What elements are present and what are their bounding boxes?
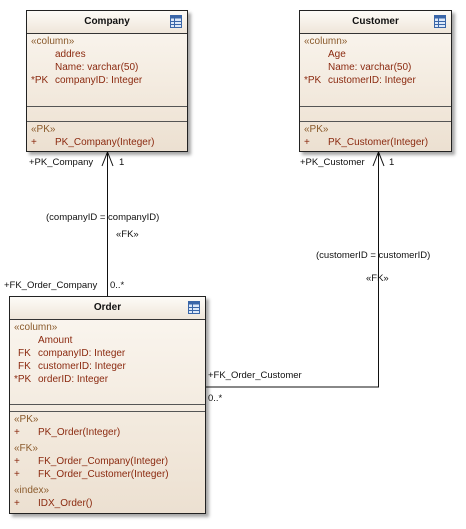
column-text: Amount xyxy=(38,335,73,346)
column-text: customerID: Integer xyxy=(38,361,126,372)
pk-stereotype: «PK» xyxy=(31,124,56,135)
column-row: FK companyID: Integer xyxy=(10,347,205,360)
columns-stereotype: «column» xyxy=(31,36,75,47)
section-separator xyxy=(27,107,187,122)
operation-text: PK_Order(Integer) xyxy=(38,427,121,438)
operation-row: + PK_Customer(Integer) xyxy=(300,136,451,149)
operation-row: + IDX_Order() xyxy=(10,497,205,510)
connector-company-constraint: (companyID = companyID) xyxy=(46,212,160,223)
column-text: Name: varchar(50) xyxy=(328,62,412,73)
column-text: Name: varchar(50) xyxy=(55,62,139,73)
connector-customer-order-line xyxy=(206,152,379,388)
operation-row: + PK_Order(Integer) xyxy=(10,426,205,439)
connector-company-source-multiplicity: 0..* xyxy=(110,280,125,291)
columns-section: «column» Age Name: varchar(50) *PK custo… xyxy=(300,34,451,107)
section-separator xyxy=(10,405,205,412)
class-customer[interactable]: Customer «column» Age Name: varchar(50) … xyxy=(299,10,452,152)
column-text: Age xyxy=(328,49,346,60)
column-row: Name: varchar(50) xyxy=(300,61,451,74)
columns-section: «column» Amount FK companyID: Integer FK… xyxy=(10,320,205,405)
connector-company-stereotype: «FK» xyxy=(116,229,139,240)
pk-section: «PK» + PK_Customer(Integer) xyxy=(300,122,451,153)
class-header: Order xyxy=(10,297,205,320)
table-icon xyxy=(188,301,200,314)
operation-text: IDX_Order() xyxy=(38,498,93,509)
column-text: orderID: Integer xyxy=(38,374,109,385)
columns-section: «column» addres Name: varchar(50) *PK co… xyxy=(27,34,187,107)
pk-section: «PK» + PK_Company(Integer) xyxy=(27,122,187,153)
column-marker: *PK xyxy=(31,75,49,86)
table-icon xyxy=(434,15,446,28)
connector-customer-target-multiplicity: 1 xyxy=(389,157,395,168)
column-row: FK customerID: Integer xyxy=(10,360,205,373)
column-text: addres xyxy=(55,49,86,60)
diagram-canvas: Company «column» addres Name: varchar(50… xyxy=(0,0,466,529)
column-text: customerID: Integer xyxy=(328,75,416,86)
operation-marker: + xyxy=(14,456,20,467)
fk-stereotype: «FK» xyxy=(14,443,38,454)
operation-row: + PK_Company(Integer) xyxy=(27,136,187,149)
class-order[interactable]: Order «column» Amount FK companyID: Inte… xyxy=(9,296,206,514)
index-stereotype: «index» xyxy=(14,485,50,496)
column-row: *PK orderID: Integer xyxy=(10,373,205,386)
columns-stereotype: «column» xyxy=(14,322,58,333)
column-row: Amount xyxy=(10,334,205,347)
column-text: companyID: Integer xyxy=(55,75,143,86)
column-marker: *PK xyxy=(304,75,322,86)
class-name: Customer xyxy=(352,16,399,27)
column-row: Name: varchar(50) xyxy=(27,61,187,74)
operation-row: + FK_Order_Customer(Integer) xyxy=(10,468,205,481)
column-marker: FK xyxy=(18,348,31,359)
pk-section: «PK» + PK_Order(Integer) «FK» + FK_Order… xyxy=(10,412,205,512)
connector-customer-stereotype: «FK» xyxy=(366,273,389,284)
section-separator xyxy=(300,107,451,122)
column-marker: *PK xyxy=(14,374,32,385)
operation-text: FK_Order_Customer(Integer) xyxy=(38,469,169,480)
pk-stereotype: «PK» xyxy=(14,414,39,425)
connector-customer-constraint: (customerID = customerID) xyxy=(316,250,431,261)
connector-customer-target-role: +PK_Customer xyxy=(300,157,365,168)
connector-customer-source-role: +FK_Order_Customer xyxy=(208,370,302,381)
column-row: addres xyxy=(27,48,187,61)
operation-marker: + xyxy=(14,469,20,480)
operation-text: PK_Company(Integer) xyxy=(55,137,155,148)
column-row: Age xyxy=(300,48,451,61)
column-marker: FK xyxy=(18,361,31,372)
operation-text: PK_Customer(Integer) xyxy=(328,137,429,148)
column-row: *PK companyID: Integer xyxy=(27,74,187,87)
connector-customer-source-multiplicity: 0..* xyxy=(208,393,223,404)
connector-company-source-role: +FK_Order_Company xyxy=(4,280,98,291)
operation-marker: + xyxy=(14,427,20,438)
class-name: Company xyxy=(84,16,130,27)
pk-stereotype: «PK» xyxy=(304,124,329,135)
columns-stereotype: «column» xyxy=(304,36,348,47)
class-header: Customer xyxy=(300,11,451,34)
connector-company-target-multiplicity: 1 xyxy=(119,157,125,168)
column-text: companyID: Integer xyxy=(38,348,126,359)
operation-marker: + xyxy=(31,137,37,148)
operation-marker: + xyxy=(14,498,20,509)
class-name: Order xyxy=(93,302,122,313)
operation-marker: + xyxy=(304,137,310,148)
operation-text: FK_Order_Company(Integer) xyxy=(38,456,169,467)
table-icon xyxy=(170,15,182,28)
class-header: Company xyxy=(27,11,187,34)
connector-company-target-role: +PK_Company xyxy=(29,157,94,168)
column-row: *PK customerID: Integer xyxy=(300,74,451,87)
class-company[interactable]: Company «column» addres Name: varchar(50… xyxy=(26,10,188,152)
operation-row: + FK_Order_Company(Integer) xyxy=(10,455,205,468)
